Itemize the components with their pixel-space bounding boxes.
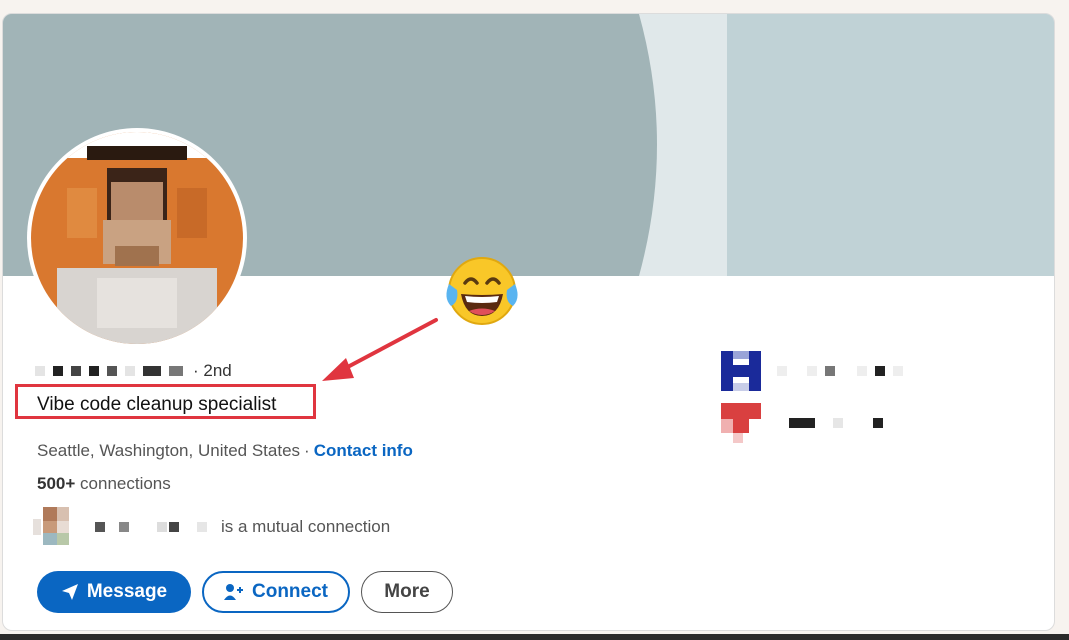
redacted-text-block	[833, 418, 843, 428]
profile-card: · 2nd Vibe code cleanup specialist Seatt…	[2, 13, 1055, 631]
redacted-name-block	[71, 366, 81, 376]
connections-count: 500+	[37, 474, 76, 493]
connect-button[interactable]: Connect	[202, 571, 350, 613]
education-row[interactable]	[721, 403, 891, 443]
redacted-name-block	[125, 366, 135, 376]
redacted-name-block	[89, 366, 99, 376]
redacted-text-block	[875, 366, 885, 376]
redacted-name-block	[169, 366, 183, 376]
mutual-connection-avatar	[33, 507, 69, 545]
add-person-icon	[224, 584, 243, 600]
profile-headline: Vibe code cleanup specialist	[37, 394, 277, 415]
redacted-text-block	[873, 418, 883, 428]
current-company-row[interactable]	[721, 351, 911, 391]
redacted-name-block	[35, 366, 45, 376]
redacted-name-block	[143, 366, 161, 376]
redacted-text-block	[825, 366, 835, 376]
redacted-text-block	[893, 366, 903, 376]
redacted-name-block	[95, 522, 105, 532]
redacted-name-block	[157, 522, 167, 532]
laughing-emoji-icon	[441, 254, 523, 333]
more-button[interactable]: More	[361, 571, 453, 613]
profile-location: Seattle, Washington, United States	[37, 441, 301, 460]
connections-label: connections	[80, 474, 171, 493]
school-logo	[721, 403, 761, 443]
redacted-name-block	[169, 522, 179, 532]
more-button-label: More	[384, 581, 430, 602]
redacted-text-block	[777, 366, 787, 376]
message-button-label: Message	[86, 581, 168, 602]
redacted-name-block	[107, 366, 117, 376]
profile-name-row: · 2nd	[35, 360, 232, 382]
redacted-name-block	[119, 522, 129, 532]
connection-degree: · 2nd	[193, 361, 232, 380]
company-logo	[721, 351, 761, 391]
redacted-text-block	[857, 366, 867, 376]
connect-button-label: Connect	[252, 581, 328, 602]
send-icon	[61, 584, 78, 600]
message-button[interactable]: Message	[37, 571, 191, 613]
connections-count-row[interactable]: 500+ connections	[37, 474, 171, 494]
profile-avatar[interactable]	[27, 128, 247, 348]
location-separator: ·	[304, 441, 310, 460]
redacted-name-block	[53, 366, 63, 376]
mutual-connection-text: is a mutual connection	[221, 517, 391, 536]
redacted-text-block	[789, 418, 815, 428]
contact-info-link[interactable]: Contact info	[314, 441, 413, 460]
redacted-name-block	[197, 522, 207, 532]
profile-location-row: Seattle, Washington, United States · Conta…	[37, 441, 413, 461]
window-bottom-edge	[0, 634, 1069, 640]
redacted-text-block	[807, 366, 817, 376]
mutual-connection-row[interactable]: is a mutual connection	[33, 507, 390, 547]
